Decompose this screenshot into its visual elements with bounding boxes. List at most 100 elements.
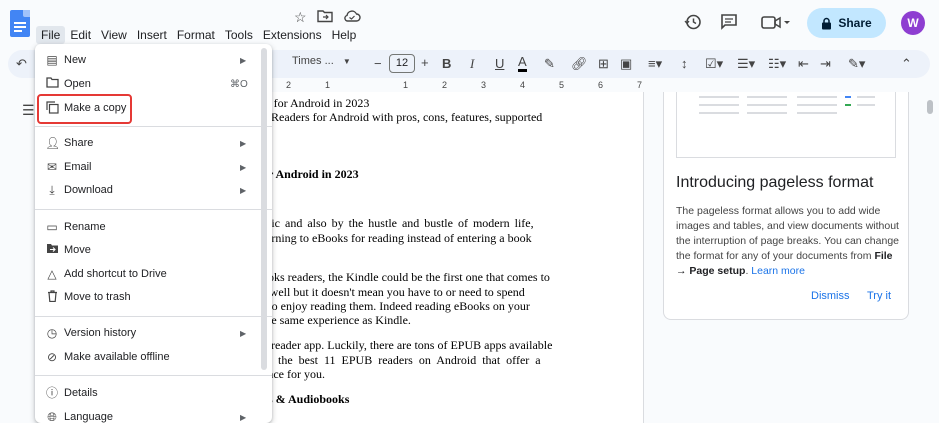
checklist-icon[interactable]: ☑▾ (705, 55, 723, 73)
ruler-tick: 1 (325, 80, 331, 90)
editing-mode-icon[interactable]: ✎▾ (848, 55, 865, 73)
submenu-arrow-icon: ▶ (240, 412, 247, 422)
add-comment-icon[interactable]: ⊞ (598, 55, 609, 73)
bulleted-list-icon[interactable]: ☰▾ (737, 55, 755, 73)
menu-item-move[interactable]: Move (35, 239, 272, 261)
italic-icon[interactable]: I (470, 55, 474, 73)
share-button[interactable]: Share (807, 8, 886, 38)
menu-item-add-shortcut[interactable]: △ Add shortcut to Drive (35, 263, 272, 285)
history-icon[interactable] (684, 13, 702, 36)
menu-item-email[interactable]: ✉ Email ▶ (35, 156, 272, 178)
menu-item-details[interactable]: ⓘ Details (35, 382, 272, 404)
menu-item-offline[interactable]: ⊘ Make available offline (35, 346, 272, 368)
email-icon: ✉ (46, 160, 58, 174)
document-page[interactable]: rs for Android in 2023 3 Readers for And… (262, 92, 644, 423)
underline-icon[interactable]: U (495, 55, 504, 73)
text-color-icon[interactable]: A (518, 55, 527, 72)
bold-icon[interactable]: B (442, 55, 451, 73)
document-outline-icon[interactable]: ☰ (22, 102, 35, 119)
panel-body: The pageless format allows you to add wi… (676, 204, 902, 279)
panel-body-text: The pageless format allows you to add wi… (676, 205, 900, 262)
menu-item-label: New (64, 54, 87, 66)
menu-item-label: Add shortcut to Drive (64, 268, 167, 280)
numbered-list-icon[interactable]: ☷▾ (768, 55, 786, 73)
learn-more-link[interactable]: Learn more (751, 265, 805, 277)
avatar[interactable]: W (901, 11, 925, 35)
document-icon: ▤ (46, 53, 58, 67)
move-folder-icon[interactable] (316, 9, 333, 26)
page-scrollbar[interactable] (927, 100, 933, 114)
submenu-arrow-icon: ▶ (240, 185, 247, 195)
menu-item-version-history[interactable]: ◷ Version history ▶ (35, 322, 272, 344)
increase-indent-icon[interactable]: ⇥ (820, 55, 831, 73)
highlight-pen-icon[interactable]: ✎ (544, 55, 555, 73)
doc-line: t to enjoy reading them. Indeed reading … (262, 299, 530, 313)
menu-scrollbar[interactable] (261, 48, 267, 370)
menu-edit[interactable]: Edit (65, 26, 96, 44)
menu-format[interactable]: Format (172, 26, 220, 44)
cloud-status-icon[interactable] (343, 9, 361, 26)
ruler-tick: 4 (520, 80, 526, 90)
ruler: 2 1 1 2 3 4 5 6 7 (270, 80, 644, 92)
drive-shortcut-icon: △ (47, 267, 57, 281)
menu-item-label: Language (64, 411, 113, 423)
star-icon[interactable]: ☆ (294, 9, 307, 26)
line-spacing-icon[interactable]: ↕ (681, 55, 688, 73)
menu-help[interactable]: Help (327, 26, 362, 44)
decrease-font-size-icon[interactable]: − (374, 55, 382, 73)
menu-view[interactable]: View (96, 26, 132, 44)
rename-icon: ▭ (46, 220, 58, 234)
align-icon[interactable]: ≡▾ (648, 55, 662, 73)
menu-divider (35, 375, 272, 376)
collapse-toolbar-icon[interactable]: ⌃ (901, 55, 912, 73)
docs-logo-icon[interactable] (10, 10, 30, 37)
menu-item-new[interactable]: ▤ New ▶ (35, 49, 272, 71)
menu-extensions[interactable]: Extensions (258, 26, 327, 44)
doc-line: the same experience as Kindle. (262, 313, 411, 327)
menu-item-rename[interactable]: ▭ Rename (35, 216, 272, 238)
doc-line: of the best 11 EPUB readers on Android t… (262, 353, 541, 367)
menu-item-share[interactable]: 👤︎ Share ▶ (35, 132, 272, 154)
undo-icon[interactable]: ↶ (16, 55, 27, 73)
insert-image-icon[interactable]: ▣ (620, 55, 632, 73)
decrease-indent-icon[interactable]: ⇤ (798, 55, 809, 73)
menu-item-label: Version history (64, 327, 137, 339)
menu-insert[interactable]: Insert (132, 26, 172, 44)
menu-bar: File Edit View Insert Format Tools Exten… (36, 26, 361, 44)
ruler-tick: 6 (598, 80, 604, 90)
pageless-preview-image (676, 92, 896, 158)
menu-item-label: Open (64, 78, 91, 90)
menu-item-label: Details (64, 387, 98, 399)
doc-line: rs for Android in 2023 (262, 96, 370, 110)
ruler-tick: 5 (559, 80, 565, 90)
annotation-highlight-box (37, 94, 132, 124)
person-add-icon: 👤︎ (45, 136, 61, 150)
menu-item-open[interactable]: Open ⌘O (35, 73, 272, 95)
info-icon: ⓘ (45, 386, 58, 400)
doc-line: 3 Readers for Android with pros, cons, f… (262, 110, 543, 124)
share-label: Share (838, 16, 872, 30)
lock-icon (822, 17, 832, 29)
font-size-input[interactable]: 12 (389, 54, 415, 73)
meet-icon[interactable] (761, 13, 791, 36)
menu-divider (35, 126, 272, 127)
try-it-button[interactable]: Try it (867, 290, 891, 302)
menu-item-download[interactable]: ⤓ Download ▶ (35, 179, 272, 201)
submenu-arrow-icon: ▶ (240, 55, 247, 65)
menu-item-language[interactable]: 🌐︎ Language ▶ (35, 406, 272, 423)
dismiss-button[interactable]: Dismiss (811, 290, 850, 302)
pageless-format-panel: Introducing pageless format The pageless… (663, 92, 909, 320)
doc-line: 3 reader app. Luckily, there are tons of… (262, 338, 553, 352)
menu-tools[interactable]: Tools (220, 26, 258, 44)
doc-line: mic and also by the hustle and bustle of… (262, 216, 534, 230)
increase-font-size-icon[interactable]: + (421, 54, 429, 72)
link-icon[interactable]: 🔗︎ (571, 55, 588, 73)
comments-icon[interactable] (720, 13, 738, 36)
font-select[interactable]: Times ... ▼ (292, 55, 351, 67)
menu-divider (35, 316, 272, 317)
menu-file[interactable]: File (36, 26, 66, 44)
menu-item-move-to-trash[interactable]: Move to trash (35, 286, 272, 308)
doc-heading: s & Audiobooks (268, 392, 350, 406)
trash-icon (45, 290, 59, 304)
doc-line: turning to eBooks for reading instead of… (262, 231, 532, 245)
